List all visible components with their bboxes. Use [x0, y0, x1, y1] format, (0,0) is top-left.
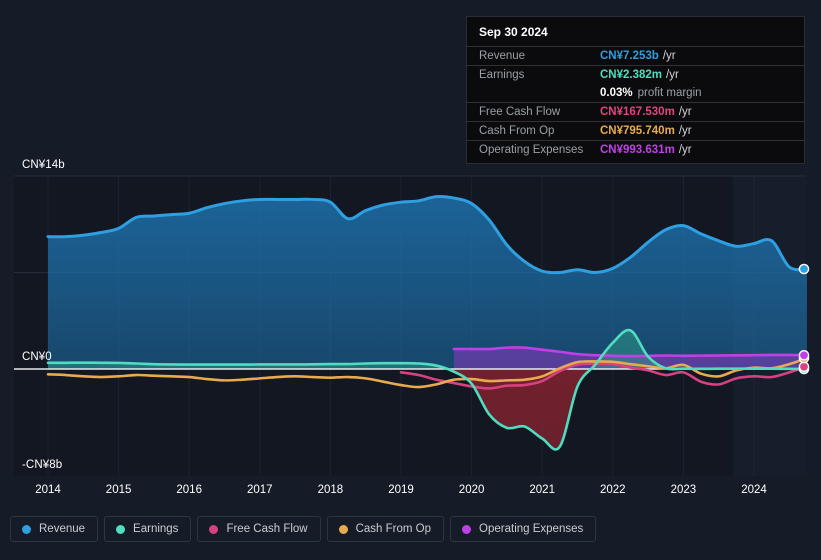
legend-item-label: Revenue — [39, 523, 86, 535]
x-axis-label-2020: 2020 — [458, 484, 485, 496]
legend-item-cash-from-op[interactable]: Cash From Op — [326, 516, 445, 542]
x-axis-label-2023: 2023 — [670, 484, 697, 496]
x-axis-label-2024: 2024 — [741, 484, 767, 496]
legend-item-label: Operating Expenses — [479, 523, 584, 535]
x-axis-labels: 2014 2015 2016 2017 2018 2019 2020 2021 2022 2023… — [0, 484, 821, 504]
tooltip-row-value: 0.03% — [600, 87, 633, 99]
tooltip-row-label: Operating Expenses — [479, 144, 584, 156]
tooltip-row-label: Revenue — [479, 50, 526, 62]
legend-item-revenue[interactable]: Revenue — [10, 516, 99, 542]
tooltip-row-value: CN¥2.382m — [600, 69, 663, 81]
tooltip-row-value: CN¥7.253b — [600, 50, 659, 62]
tooltip-row-unit: profit margin — [637, 87, 702, 99]
x-axis-label-2019: 2019 — [388, 484, 414, 496]
legend-item-label: Free Cash Flow — [226, 523, 308, 535]
legend-item-label: Cash From Op — [355, 523, 432, 535]
x-axis-label-2017: 2017 — [247, 484, 273, 496]
tooltip-row: Revenue CN¥7.253b/yr — [467, 46, 804, 65]
x-axis-label-2021: 2021 — [529, 484, 555, 496]
tooltip-row-label: Free Cash Flow — [479, 106, 561, 118]
tooltip-row-value: CN¥993.631m — [600, 144, 675, 156]
tooltip-row-value: CN¥795.740m — [600, 125, 675, 137]
financial-performance-chart: CN¥14b CN¥0 -CN¥8b 2014 2015 2016 2017 2018 2… — [0, 0, 821, 560]
legend-color-dot — [116, 524, 126, 534]
tooltip-row-unit: /yr — [678, 144, 692, 156]
x-axis-label-2022: 2022 — [600, 484, 626, 496]
legend-color-dot — [338, 524, 348, 534]
tooltip-row: Operating Expenses CN¥993.631m/yr — [467, 140, 804, 159]
x-axis-label-2016: 2016 — [176, 484, 202, 496]
tooltip-row-unit: /yr — [678, 125, 692, 137]
chart-legend[interactable]: Revenue Earnings Free Cash Flow Cash From O… — [10, 516, 597, 542]
x-axis-label-2015: 2015 — [105, 484, 132, 496]
tooltip-row: Free Cash Flow CN¥167.530m/yr — [467, 102, 804, 121]
tooltip-row: 0.03% profit margin — [467, 84, 804, 102]
tooltip-row-unit: /yr — [678, 106, 692, 118]
x-axis-label-2018: 2018 — [317, 484, 344, 496]
legend-color-dot — [209, 524, 219, 534]
tooltip-date: Sep 30 2024 — [479, 25, 548, 39]
data-point-tooltip: Sep 30 2024 Revenue CN¥7.253b/yr Earnings C… — [466, 16, 805, 164]
x-axis-label-2014: 2014 — [35, 484, 61, 496]
legend-item-operating-expenses[interactable]: Operating Expenses — [450, 516, 597, 542]
legend-color-dot — [22, 524, 31, 534]
legend-item-free-cash-flow[interactable]: Free Cash Flow — [197, 516, 321, 542]
tooltip-row: Earnings CN¥2.382m/yr — [467, 65, 804, 84]
tooltip-row-value: CN¥167.530m — [600, 106, 675, 118]
legend-color-dot — [462, 524, 472, 534]
tooltip-row-unit: /yr — [662, 50, 676, 62]
tooltip-row-unit: /yr — [666, 69, 679, 81]
legend-item-earnings[interactable]: Earnings — [104, 516, 192, 542]
tooltip-row-label: Earnings — [479, 69, 525, 81]
tooltip-rows: Revenue CN¥7.253b/yr Earnings CN¥2.382m/yr 0… — [467, 46, 804, 159]
tooltip-row: Cash From Op CN¥795.740m/yr — [467, 121, 804, 140]
legend-item-label: Earnings — [133, 523, 179, 535]
tooltip-row-label: Cash From Op — [479, 125, 555, 137]
